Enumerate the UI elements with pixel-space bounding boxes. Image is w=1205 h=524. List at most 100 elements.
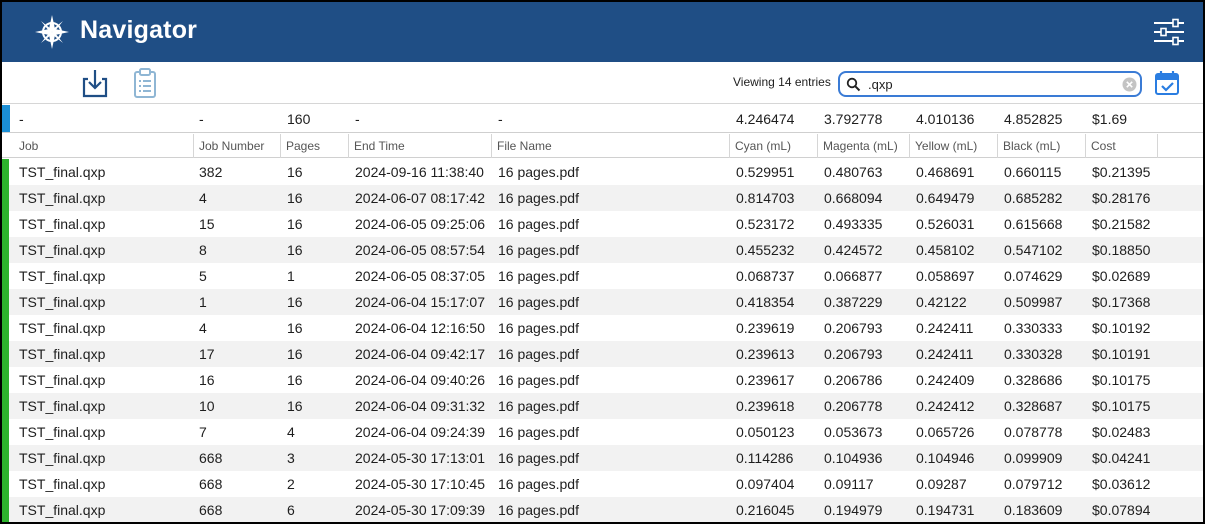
cell-file-name: 16 pages.pdf	[498, 398, 579, 414]
cell-magenta: 0.493335	[824, 216, 883, 232]
summary-job-number: -	[199, 111, 204, 127]
cell-magenta: 0.206793	[824, 346, 883, 362]
cell-pages: 16	[287, 216, 303, 232]
search-input[interactable]	[868, 74, 1118, 94]
cell-black: 0.685282	[1004, 190, 1063, 206]
column-header-yellow[interactable]: Yellow (mL)	[910, 134, 998, 158]
calendar-check-icon[interactable]	[1154, 70, 1180, 96]
cell-yellow: 0.242411	[916, 346, 974, 362]
entries-count-label: Viewing 14 entries	[733, 75, 831, 89]
app-window: Navigator Viewing 14 entries .qxp - - 16…	[0, 0, 1205, 524]
cell-yellow: 0.458102	[916, 242, 975, 258]
column-header-cost[interactable]: Cost	[1086, 134, 1158, 158]
cell-magenta: 0.206793	[824, 320, 883, 336]
column-header-job[interactable]: Job	[14, 134, 194, 158]
cell-end-time: 2024-09-16 11:38:40	[355, 164, 484, 180]
download-icon[interactable]	[80, 67, 110, 99]
table-row[interactable]: TST_final.qxp 16 16 2024-06-04 09:40:26 16 p…	[2, 367, 1203, 393]
clear-icon[interactable]	[1122, 77, 1137, 92]
cell-cyan: 0.239619	[736, 320, 795, 336]
cell-job-number: 15	[199, 216, 215, 232]
cell-cyan: 0.097404	[736, 476, 795, 492]
table-header: Job Job Number Pages End Time File Name …	[2, 134, 1203, 158]
row-status-bar	[2, 471, 9, 497]
column-header-end-time[interactable]: End Time	[349, 134, 492, 158]
cell-magenta: 0.194979	[824, 502, 883, 518]
table-row[interactable]: TST_final.qxp 15 16 2024-06-05 09:25:06 16 p…	[2, 211, 1203, 237]
table-row[interactable]: TST_final.qxp 5 1 2024-06-05 08:37:05 16 pag…	[2, 263, 1203, 289]
row-status-bar	[2, 315, 9, 341]
table-row[interactable]: TST_final.qxp 382 16 2024-09-16 11:38:40 16 …	[2, 159, 1203, 185]
cell-black: 0.078778	[1004, 424, 1063, 440]
cell-end-time: 2024-06-05 08:37:05	[355, 268, 485, 284]
cell-pages: 3	[287, 450, 295, 466]
cell-job: TST_final.qxp	[19, 242, 106, 258]
row-status-bar	[2, 419, 9, 445]
cell-pages: 16	[287, 372, 303, 388]
compass-icon	[35, 15, 69, 49]
cell-pages: 2	[287, 476, 295, 492]
cell-end-time: 2024-05-30 17:10:45	[355, 476, 485, 492]
cell-yellow: 0.242411	[916, 320, 974, 336]
cell-yellow: 0.058697	[916, 268, 975, 284]
cell-file-name: 16 pages.pdf	[498, 372, 579, 388]
cell-file-name: 16 pages.pdf	[498, 450, 579, 466]
cell-magenta: 0.424572	[824, 242, 883, 258]
cell-cost: $0.10175	[1092, 372, 1151, 388]
cell-pages: 16	[287, 398, 303, 414]
column-header-file-name[interactable]: File Name	[492, 134, 730, 158]
cell-job-number: 17	[199, 346, 215, 362]
cell-pages: 16	[287, 346, 303, 362]
cell-pages: 16	[287, 190, 303, 206]
cell-file-name: 16 pages.pdf	[498, 502, 579, 518]
cell-cyan: 0.216045	[736, 502, 795, 518]
search-box[interactable]	[838, 71, 1142, 97]
cell-job-number: 5	[199, 268, 207, 284]
summary-pages: 160	[287, 111, 311, 127]
table-row[interactable]: TST_final.qxp 668 3 2024-05-30 17:13:01 16 p…	[2, 445, 1203, 471]
cell-end-time: 2024-06-04 09:40:26	[355, 372, 485, 388]
row-status-bar	[2, 341, 9, 367]
column-header-black[interactable]: Black (mL)	[998, 134, 1086, 158]
column-header-cyan[interactable]: Cyan (mL)	[730, 134, 818, 158]
summary-row: - - 160 - - 4.246474 3.792778 4.010136 4…	[2, 105, 1203, 133]
table-row[interactable]: TST_final.qxp 4 16 2024-06-07 08:17:42 16 pa…	[2, 185, 1203, 211]
cell-pages: 16	[287, 320, 303, 336]
cell-file-name: 16 pages.pdf	[498, 242, 579, 258]
cell-pages: 16	[287, 242, 303, 258]
table-row[interactable]: TST_final.qxp 4 16 2024-06-04 12:16:50 16 pa…	[2, 315, 1203, 341]
cell-cyan: 0.068737	[736, 268, 795, 284]
cell-cyan: 0.114286	[736, 450, 794, 466]
cell-magenta: 0.053673	[824, 424, 883, 440]
cell-cost: $0.21395	[1092, 164, 1151, 180]
column-header-magenta[interactable]: Magenta (mL)	[818, 134, 910, 158]
table-row[interactable]: TST_final.qxp 10 16 2024-06-04 09:31:32 16 p…	[2, 393, 1203, 419]
table-row[interactable]: TST_final.qxp 17 16 2024-06-04 09:42:17 16 p…	[2, 341, 1203, 367]
cell-cyan: 0.050123	[736, 424, 795, 440]
table-row[interactable]: TST_final.qxp 668 6 2024-05-30 17:09:39 16 p…	[2, 497, 1203, 522]
table-row[interactable]: TST_final.qxp 668 2 2024-05-30 17:10:45 16 p…	[2, 471, 1203, 497]
row-status-bar	[2, 237, 9, 263]
cell-black: 0.330328	[1004, 346, 1063, 362]
cell-file-name: 16 pages.pdf	[498, 268, 579, 284]
cell-job-number: 382	[199, 164, 223, 180]
cell-black: 0.079712	[1004, 476, 1063, 492]
clipboard-list-icon[interactable]	[130, 67, 160, 99]
cell-black: 0.547102	[1004, 242, 1063, 258]
sliders-icon[interactable]	[1152, 18, 1186, 46]
cell-black: 0.074629	[1004, 268, 1063, 284]
cell-job: TST_final.qxp	[19, 502, 106, 518]
cell-file-name: 16 pages.pdf	[498, 320, 579, 336]
row-status-bar	[2, 367, 9, 393]
cell-end-time: 2024-05-30 17:09:39	[355, 502, 485, 518]
row-status-bar	[2, 289, 9, 315]
table-row[interactable]: TST_final.qxp 7 4 2024-06-04 09:24:39 16 pag…	[2, 419, 1203, 445]
table-row[interactable]: TST_final.qxp 8 16 2024-06-05 08:57:54 16 pa…	[2, 237, 1203, 263]
cell-yellow: 0.104946	[916, 450, 975, 466]
cell-pages: 16	[287, 294, 303, 310]
cell-black: 0.183609	[1004, 502, 1063, 518]
column-header-pages[interactable]: Pages	[281, 134, 349, 158]
column-header-job-number[interactable]: Job Number	[194, 134, 281, 158]
table-row[interactable]: TST_final.qxp 1 16 2024-06-04 15:17:07 16 pa…	[2, 289, 1203, 315]
cell-cost: $0.07894	[1092, 502, 1151, 518]
